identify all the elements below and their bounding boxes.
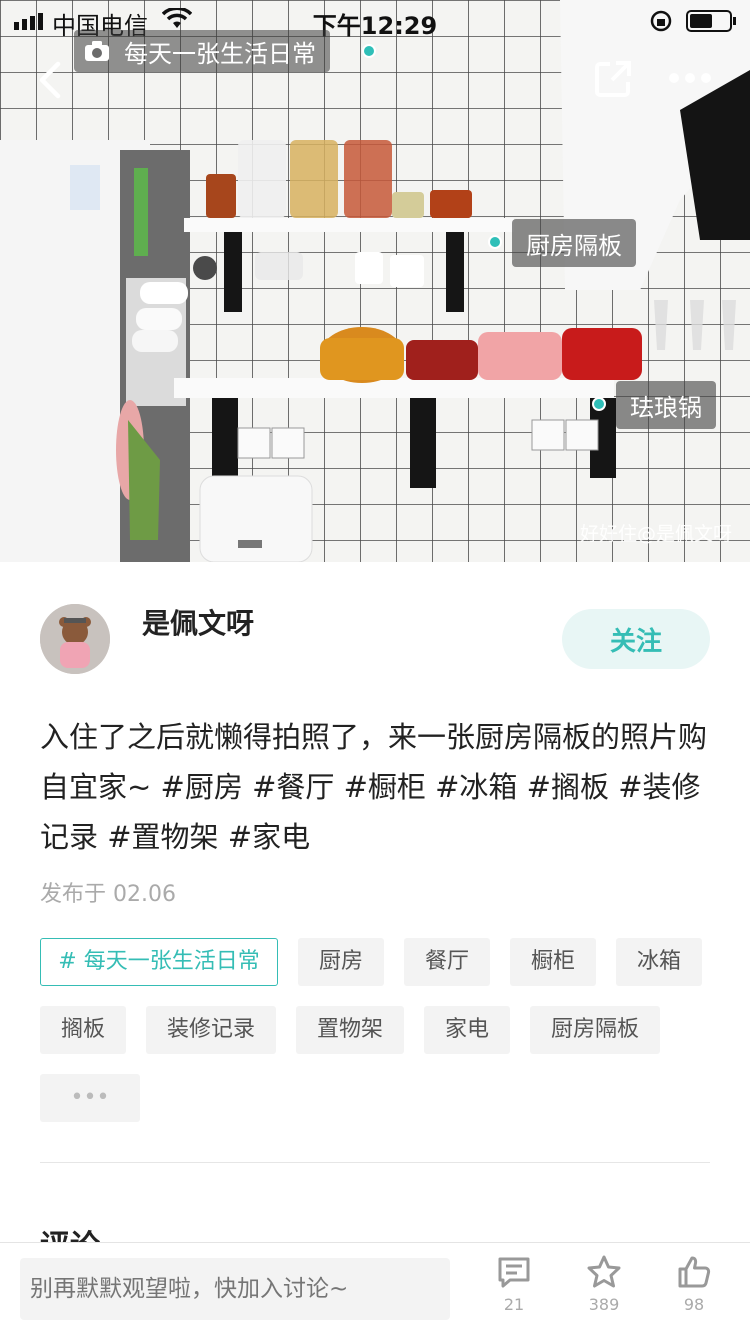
section-divider	[40, 1162, 710, 1163]
more-dots-icon	[669, 73, 711, 83]
tag-item[interactable]: 厨房隔板	[530, 1006, 660, 1054]
orientation-lock-icon	[650, 10, 672, 32]
battery-icon	[686, 10, 736, 32]
favorite-count: 389	[588, 1295, 620, 1314]
like-button[interactable]: 98	[664, 1253, 724, 1314]
bottom-action-bar: 21 389 98	[0, 1242, 750, 1335]
photo-topic-dot	[362, 44, 376, 58]
author-row: 是佩文呀 关注	[0, 562, 750, 702]
tag-topic[interactable]: # 每天一张生活日常	[40, 938, 278, 986]
tag-item[interactable]: 搁板	[40, 1006, 126, 1054]
hashtag-kitchen[interactable]: #厨房	[161, 770, 243, 804]
more-options-button[interactable]	[668, 66, 712, 90]
comment-input[interactable]	[20, 1258, 450, 1320]
tag-item[interactable]: 橱柜	[510, 938, 596, 986]
photo-tag-dot	[592, 397, 606, 411]
tag-item[interactable]: 置物架	[296, 1006, 404, 1054]
thumbs-up-icon	[678, 1256, 711, 1288]
photo-topic-chip[interactable]: 每天一张生活日常	[74, 30, 330, 72]
avatar[interactable]	[40, 604, 110, 674]
post-photo[interactable]: 中国电信 下午12:29 每天一张生活日常 厨房隔板 珐琅锅 好好住@是佩文呀	[0, 0, 750, 562]
post-date: 发布于 02.06	[40, 882, 176, 907]
avatar-image	[40, 604, 110, 674]
tag-item[interactable]: 家电	[424, 1006, 510, 1054]
photo-tag-label: 珐琅锅	[630, 393, 702, 422]
comment-button[interactable]: 21	[484, 1253, 544, 1314]
tag-more-button[interactable]: •••	[40, 1074, 140, 1122]
share-button[interactable]	[592, 58, 634, 100]
photo-tag-kitchen-shelf[interactable]: 厨房隔板	[512, 219, 636, 267]
hashtag-shelf[interactable]: #搁板	[527, 770, 609, 804]
share-external-icon	[595, 61, 631, 97]
author-name[interactable]: 是佩文呀	[142, 602, 254, 642]
tag-item[interactable]: 厨房	[298, 938, 384, 986]
hashtag-dining[interactable]: #餐厅	[252, 770, 334, 804]
tag-item[interactable]: 装修记录	[146, 1006, 276, 1054]
post-body: 入住了之后就懒得拍照了，来一张厨房隔板的照片购自宜家~ #厨房 #餐厅 #橱柜 …	[40, 712, 720, 862]
favorite-button[interactable]: 389	[574, 1253, 634, 1314]
hashtag-cabinet[interactable]: #橱柜	[344, 770, 426, 804]
photo-tag-dot	[488, 235, 502, 249]
photo-tag-enamel-pot[interactable]: 珐琅锅	[616, 381, 716, 429]
follow-button[interactable]: 关注	[562, 609, 710, 669]
star-icon	[587, 1255, 621, 1288]
photo-watermark: 好好住@是佩文呀	[579, 523, 732, 545]
comment-icon	[498, 1257, 530, 1288]
comment-count: 21	[503, 1295, 525, 1314]
hashtag-rack[interactable]: #置物架	[107, 820, 218, 854]
tag-item[interactable]: 餐厅	[404, 938, 490, 986]
camera-icon	[85, 41, 109, 61]
back-button[interactable]	[30, 56, 70, 104]
photo-topic-text: 每天一张生活日常	[124, 39, 316, 68]
photo-tag-label: 厨房隔板	[526, 231, 622, 260]
hashtag-fridge[interactable]: #冰箱	[435, 770, 517, 804]
like-count: 98	[683, 1295, 705, 1314]
hashtag-appliance[interactable]: #家电	[228, 820, 310, 854]
tag-item[interactable]: 冰箱	[616, 938, 702, 986]
chevron-left-icon	[39, 61, 61, 99]
